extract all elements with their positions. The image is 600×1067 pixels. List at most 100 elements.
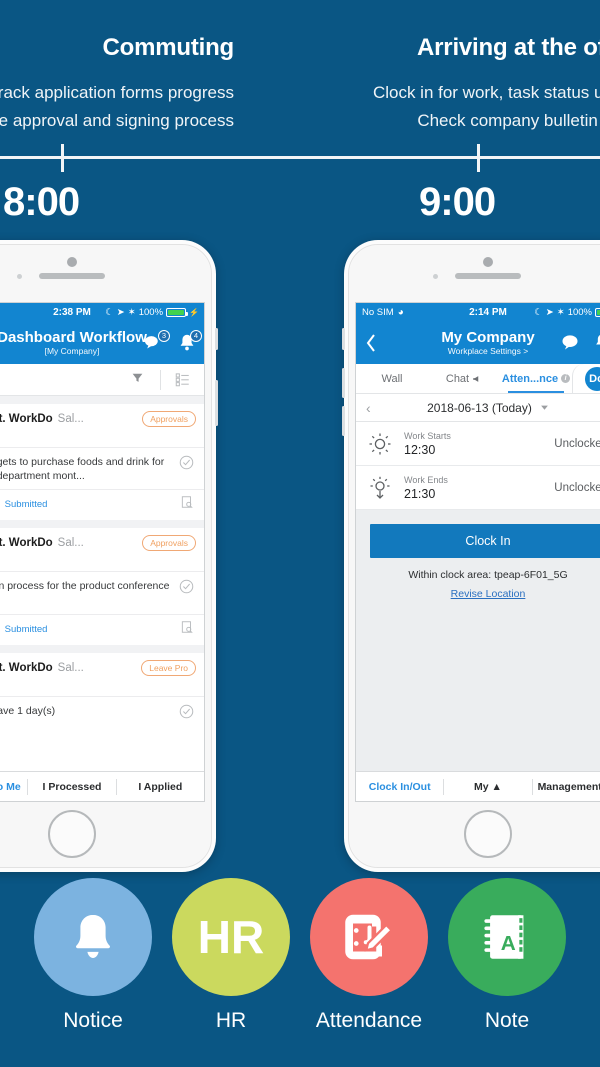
- info-icon[interactable]: i: [561, 374, 571, 383]
- home-button[interactable]: [464, 810, 512, 858]
- nav-actions: 3 4: [144, 330, 202, 354]
- card-org: Sale Dept. WorkDo: [0, 661, 53, 674]
- proximity-sensor-icon: [433, 274, 438, 279]
- card-description: Apply budgets to purchase foods and drin…: [0, 456, 165, 483]
- bluetooth-icon: ✶: [127, 307, 136, 318]
- timeline-axis: [0, 156, 600, 159]
- battery-percent: 100%: [567, 307, 592, 318]
- card-timestamp: 1 min ago: [0, 678, 204, 696]
- card-body: Annual Leave 1 day(s): [0, 695, 204, 725]
- document-search-icon[interactable]: [180, 495, 194, 514]
- silent-switch[interactable]: [215, 328, 218, 350]
- funnel-icon[interactable]: [115, 371, 160, 389]
- selected-date[interactable]: 2018-06-13 (Today): [427, 401, 532, 415]
- do-tab[interactable]: Do: [572, 364, 600, 393]
- status-badge: Approvals: [142, 535, 196, 552]
- megaphone-icon: [473, 375, 479, 382]
- document-search-icon[interactable]: [180, 620, 194, 639]
- home-button[interactable]: [48, 810, 96, 858]
- phone-right: No SIM ◕ 2:14 PM ☾ ➤ ✶ 100% My Company W…: [342, 240, 600, 872]
- feature-label: Attendance: [315, 1009, 423, 1032]
- form-status: Submitted: [4, 499, 48, 511]
- timeline-time-1: 8:00: [3, 180, 80, 224]
- work-label: Work Ends: [404, 474, 448, 485]
- tab-wall[interactable]: Wall: [356, 364, 428, 393]
- volume-down-button[interactable]: [342, 406, 345, 436]
- workflow-card[interactable]: Sale Dept. WorkDo Sal... Approvals Just …: [0, 404, 204, 521]
- feature-circle[interactable]: A: [448, 878, 566, 996]
- feature-hr[interactable]: HR HR: [171, 878, 291, 1033]
- card-project: Sal...: [57, 413, 84, 425]
- proximity-sensor-icon: [17, 274, 22, 279]
- feature-attendance[interactable]: Attendance: [309, 878, 429, 1033]
- card-footer: Q18060004 Submitted: [0, 613, 204, 645]
- nav-bar: Dashboard Workflow [My Company] 3 4: [0, 322, 204, 364]
- tab-attendance[interactable]: Atten...nce i: [500, 364, 572, 393]
- chevron-left-icon[interactable]: [366, 334, 376, 352]
- feature-note[interactable]: A Note: [447, 878, 567, 1033]
- status-badge: Approvals: [142, 411, 196, 427]
- stage-line-1: Clock in for work, task status update: [372, 83, 600, 102]
- card-header: Sale Dept. WorkDo Sal... Approvals: [0, 404, 204, 429]
- notebook-icon: A: [484, 915, 524, 959]
- status-indicators: ☾ ➤ ✶ 100%: [534, 307, 600, 318]
- work-time: 21:30: [404, 486, 436, 501]
- work-label: Work Starts: [404, 430, 451, 441]
- tab-clock-in-out[interactable]: Clock In/Out: [356, 781, 443, 793]
- feature-label: Note: [484, 1009, 530, 1032]
- section-tab-bar: Wall Chat Atten...nce i Do: [356, 364, 600, 394]
- tab-my[interactable]: My ▲: [444, 781, 531, 793]
- revise-location-link[interactable]: Revise Location: [370, 588, 600, 600]
- stage-line-1: Track application forms progress: [0, 83, 234, 102]
- promo-canvas: Commuting Track application forms progre…: [0, 0, 600, 1067]
- clock-in-button[interactable]: Clock In: [370, 524, 600, 558]
- page-title: My Company: [441, 328, 535, 346]
- feature-notice[interactable]: Notice: [33, 878, 153, 1033]
- tab-relevant-to-me[interactable]: Relevant to Me: [0, 781, 27, 793]
- feature-circle[interactable]: [34, 878, 152, 996]
- status-badge: Leave Pro: [141, 659, 196, 676]
- feature-icon-row: Notice HR HR Attendance A Note: [0, 872, 600, 1067]
- bell-icon[interactable]: 4: [176, 330, 202, 354]
- check-circle-icon[interactable]: [179, 455, 194, 470]
- bell-badge: 4: [190, 330, 202, 342]
- checklist-icon[interactable]: [161, 372, 204, 387]
- tab-i-processed[interactable]: I Processed: [28, 781, 115, 793]
- card-body: Apply budgets to purchase foods and drin…: [0, 447, 204, 489]
- chat-icon[interactable]: 3: [144, 330, 170, 354]
- work-time: 12:30: [404, 442, 436, 457]
- work-starts-row[interactable]: Work Starts 12:30 Unclocked: [356, 422, 600, 466]
- page-title: Dashboard Workflow: [0, 328, 147, 346]
- check-circle-icon[interactable]: [179, 579, 194, 594]
- workflow-card[interactable]: Sale Dept. WorkDo Sal... Leave Pro 1 min…: [0, 652, 204, 725]
- tab-management[interactable]: Management ▲: [533, 781, 600, 793]
- caret-down-icon[interactable]: [540, 403, 549, 412]
- chat-icon[interactable]: [560, 332, 582, 354]
- work-ends-row[interactable]: Work Ends 21:30 Unclocked: [356, 466, 600, 510]
- work-starts-info: Work Starts 12:30: [404, 431, 542, 457]
- volume-up-button[interactable]: [342, 368, 345, 398]
- stage-line-2: Complete approval and signing process: [0, 111, 234, 130]
- volume-button[interactable]: [215, 380, 218, 426]
- feature-circle[interactable]: [310, 878, 428, 996]
- card-project: Sal...: [57, 661, 84, 674]
- tab-i-applied[interactable]: I Applied: [117, 781, 204, 793]
- card-project: Sal...: [57, 537, 84, 550]
- date-selector: ‹ 2018-06-13 (Today) ›: [356, 394, 600, 422]
- silent-switch[interactable]: [342, 328, 345, 350]
- workplace-settings-link[interactable]: Workplace Settings >: [441, 346, 534, 356]
- do-button-label: Do: [584, 366, 600, 391]
- battery-icon: [595, 308, 600, 317]
- prev-day-button[interactable]: ‹: [366, 400, 371, 416]
- workflow-card[interactable]: Sale Dept. WorkDo Sal... Approvals Just …: [0, 528, 204, 645]
- card-timestamp: Just now: [0, 429, 204, 447]
- card-org: Sale Dept. WorkDo: [0, 537, 53, 550]
- bottom-tab-bar: Relevant to Me I Processed I Applied: [0, 771, 204, 801]
- charging-icon: ⚡: [189, 308, 199, 317]
- bottom-tab-bar: Clock In/Out My ▲ Management ▲: [356, 771, 600, 801]
- feature-circle[interactable]: HR: [172, 878, 290, 996]
- check-circle-icon[interactable]: [179, 704, 194, 719]
- tab-chat[interactable]: Chat: [428, 364, 500, 393]
- bell-icon[interactable]: 9: [592, 332, 600, 354]
- timeline-tick-2: [477, 144, 480, 172]
